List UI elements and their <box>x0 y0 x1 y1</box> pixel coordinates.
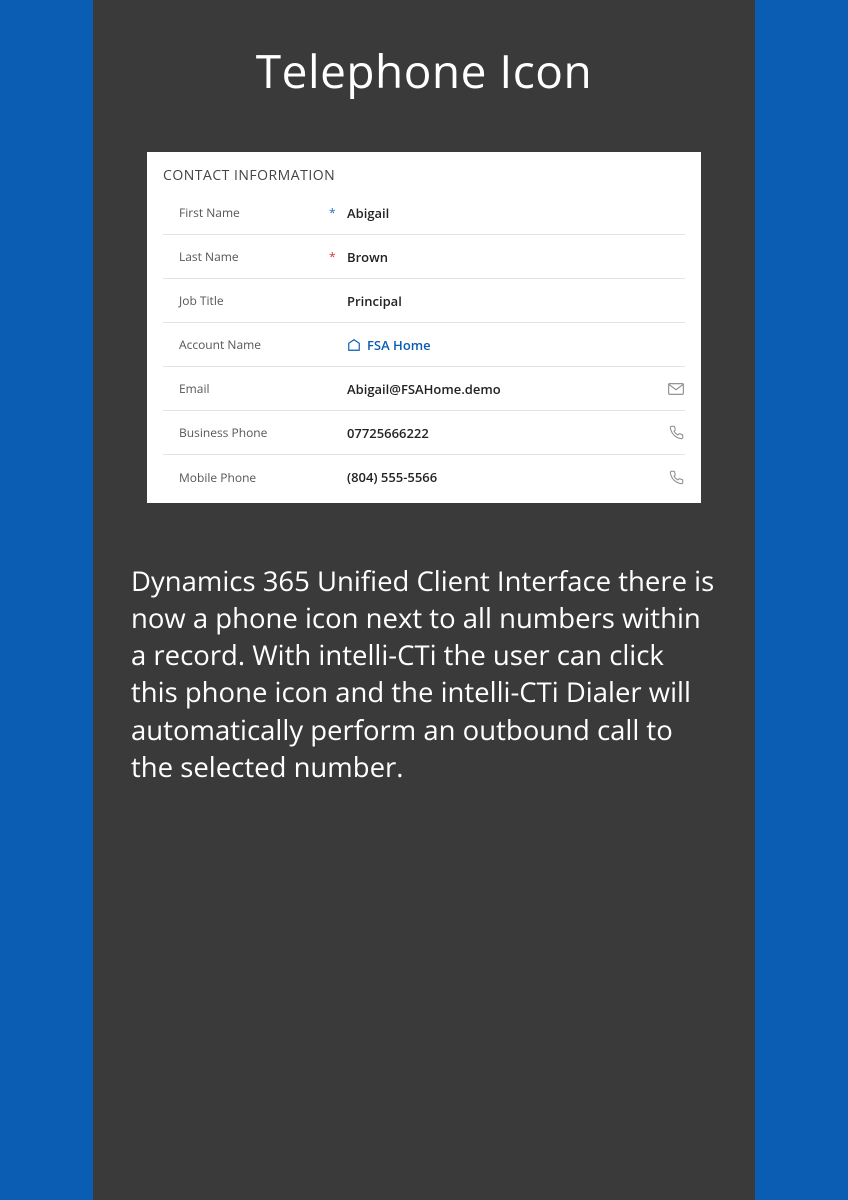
row-job-title: Job Title Principal <box>163 279 685 323</box>
row-business-phone: Business Phone 07725666222 <box>163 411 685 455</box>
row-last-name: Last Name * Brown <box>163 235 685 279</box>
page-title: Telephone Icon <box>131 40 717 102</box>
description-text: Dynamics 365 Unified Client Interface th… <box>131 563 717 786</box>
required-indicator: * <box>329 204 347 221</box>
label-account-name: Account Name <box>179 336 329 353</box>
value-job-title[interactable]: Principal <box>347 292 685 310</box>
section-header: CONTACT INFORMATION <box>163 166 685 185</box>
label-first-name: First Name <box>179 204 329 221</box>
value-last-name[interactable]: Brown <box>347 248 685 266</box>
phone-icon[interactable] <box>667 424 685 442</box>
phone-icon[interactable] <box>667 468 685 486</box>
account-link-text: FSA Home <box>367 336 431 354</box>
account-icon <box>347 338 361 352</box>
label-last-name: Last Name <box>179 248 329 265</box>
row-first-name: First Name * Abigail <box>163 191 685 235</box>
required-indicator: * <box>329 248 347 265</box>
label-email: Email <box>179 380 329 397</box>
contact-form-card: CONTACT INFORMATION First Name * Abigail… <box>147 152 701 503</box>
row-email: Email Abigail@FSAHome.demo <box>163 367 685 411</box>
value-account-name[interactable]: FSA Home <box>347 336 685 354</box>
value-business-phone[interactable]: 07725666222 <box>347 424 667 442</box>
content-panel: Telephone Icon CONTACT INFORMATION First… <box>93 0 755 1200</box>
row-mobile-phone: Mobile Phone (804) 555-5566 <box>163 455 685 499</box>
label-job-title: Job Title <box>179 292 329 309</box>
value-email[interactable]: Abigail@FSAHome.demo <box>347 380 667 398</box>
value-mobile-phone[interactable]: (804) 555-5566 <box>347 468 667 486</box>
email-icon[interactable] <box>667 380 685 398</box>
value-first-name[interactable]: Abigail <box>347 204 685 222</box>
label-mobile-phone: Mobile Phone <box>179 469 329 486</box>
label-business-phone: Business Phone <box>179 424 329 441</box>
row-account-name: Account Name FSA Home <box>163 323 685 367</box>
